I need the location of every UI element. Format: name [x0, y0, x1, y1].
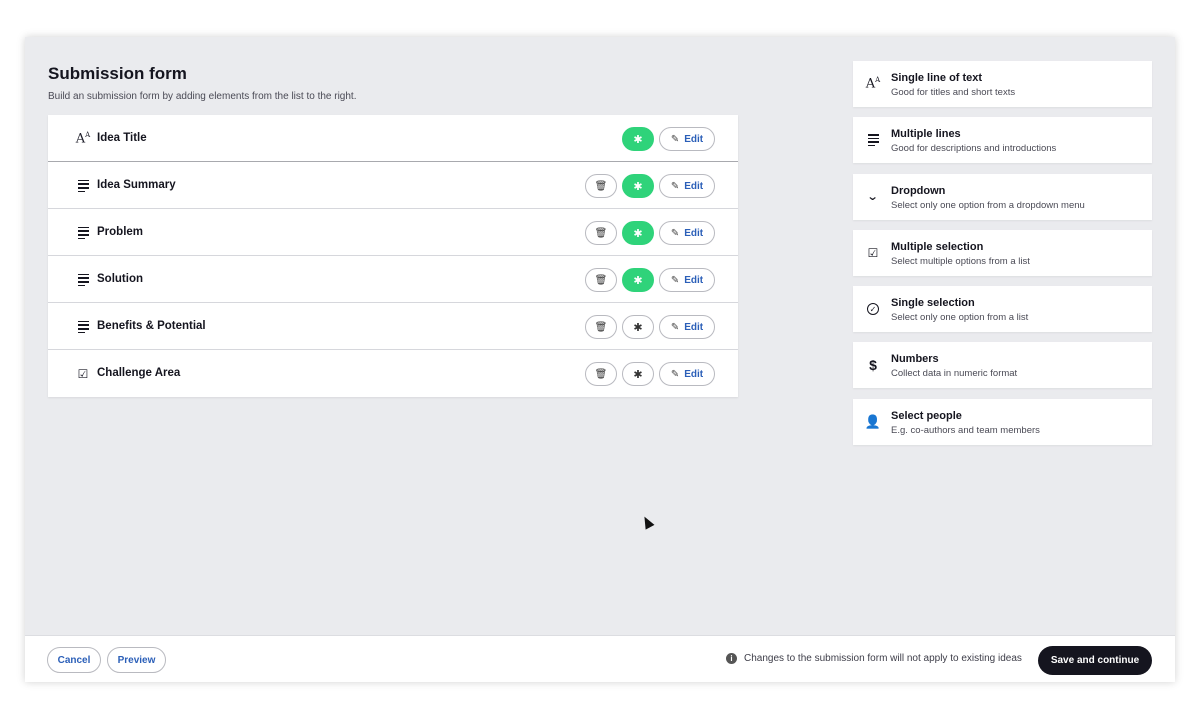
required-toggle[interactable]: ✱ [622, 174, 654, 198]
palette-item[interactable]: AA Single line of text Good for titles and… [853, 61, 1152, 107]
lines-icon [75, 319, 91, 335]
palette-item[interactable]: 👤 Select people E.g. co-authors and team m… [853, 398, 1152, 445]
palette-item[interactable]: $ Numbers Collect data in numeric format [853, 342, 1152, 389]
preview-button[interactable]: Preview [107, 647, 166, 673]
notice: i Changes to the submission form will no… [726, 653, 1022, 664]
checkbox-icon: ☑ [867, 245, 879, 260]
element-palette: AA Single line of text Good for titles and… [853, 61, 1152, 455]
required-toggle[interactable]: ✱ [622, 362, 654, 386]
form-field-row[interactable]: Problem 🗑 ✱ ✎ Edit [48, 209, 738, 256]
palette-item-description: Select only one option from a dropdown m… [891, 199, 1085, 211]
field-label: Idea Summary [97, 179, 176, 191]
palette-item-title: Numbers [891, 353, 939, 366]
lines-icon [865, 131, 881, 149]
pencil-icon: ✎ [670, 274, 680, 286]
required-toggle[interactable]: ✱ [622, 315, 654, 339]
pencil-icon: ✎ [670, 368, 680, 380]
trash-icon: 🗑 [594, 321, 608, 333]
footer-bar: Cancel Preview i Changes to the submissi… [25, 635, 1175, 682]
edit-button[interactable]: ✎ Edit [659, 362, 715, 386]
palette-item-description: Collect data in numeric format [891, 368, 1018, 380]
notice-text: Changes to the submission form will not … [744, 653, 1022, 664]
dollar-icon: $ [869, 357, 877, 374]
form-field-row[interactable]: Solution 🗑 ✱ ✎ Edit [48, 256, 738, 303]
edit-button[interactable]: ✎ Edit [659, 315, 715, 339]
required-toggle[interactable]: ✱ [622, 127, 654, 151]
field-label: Idea Title [97, 132, 147, 144]
trash-icon: 🗑 [594, 227, 608, 239]
cancel-button[interactable]: Cancel [47, 647, 101, 673]
asterisk-icon: ✱ [633, 368, 643, 381]
palette-item[interactable]: ✓ Single selection Select only one option … [853, 286, 1152, 333]
palette-item[interactable]: ☑ Multiple selection Select multiple optio… [853, 229, 1152, 276]
asterisk-icon: ✱ [633, 274, 643, 287]
asterisk-icon: ✱ [633, 227, 643, 240]
delete-button[interactable]: 🗑 [585, 174, 617, 198]
edit-label: Edit [684, 274, 704, 286]
asterisk-icon: ✱ [633, 133, 643, 146]
palette-item-title: Multiple lines [891, 128, 961, 141]
palette-item-title: Select people [891, 409, 962, 422]
delete-button[interactable]: 🗑 [585, 221, 617, 245]
pencil-icon: ✎ [670, 133, 680, 145]
edit-button[interactable]: ✎ Edit [659, 268, 715, 292]
asterisk-icon: ✱ [633, 180, 643, 193]
field-label: Challenge Area [97, 367, 181, 379]
lines-icon [75, 178, 91, 194]
delete-button[interactable]: 🗑 [585, 362, 617, 386]
text-size-icon: AA [865, 76, 881, 92]
delete-button[interactable]: 🗑 [585, 268, 617, 292]
palette-item[interactable]: ⌄ Dropdown Select only one option from a d… [853, 173, 1152, 220]
edit-button[interactable]: ✎ Edit [659, 127, 715, 151]
palette-item-description: E.g. co-authors and team members [891, 424, 1040, 436]
save-and-continue-button[interactable]: Save and continue [1038, 646, 1152, 675]
edit-button[interactable]: ✎ Edit [659, 221, 715, 245]
palette-item-title: Dropdown [891, 184, 946, 197]
person-icon: 👤 [864, 413, 882, 429]
form-field-row[interactable]: ☑ Challenge Area 🗑 ✱ ✎ Edit [48, 350, 738, 397]
pencil-icon: ✎ [670, 180, 680, 192]
edit-label: Edit [684, 180, 704, 192]
text-size-icon: AA [75, 131, 91, 147]
palette-item-title: Single selection [891, 297, 975, 310]
pencil-icon: ✎ [670, 227, 680, 239]
palette-item-title: Multiple selection [891, 240, 984, 253]
field-label: Solution [97, 273, 143, 285]
delete-button[interactable]: 🗑 [585, 315, 617, 339]
radio-check-icon: ✓ [865, 300, 881, 318]
form-field-list: AA Idea Title ✱ ✎ Edit Idea Summary 🗑 ✱ ✎ Edit Pro… [48, 115, 738, 397]
edit-label: Edit [684, 368, 704, 380]
edit-label: Edit [684, 227, 704, 239]
trash-icon: 🗑 [594, 368, 608, 380]
palette-item-title: Single line of text [891, 72, 983, 84]
pencil-icon: ✎ [670, 321, 680, 333]
edit-label: Edit [684, 321, 704, 333]
palette-item-description: Select multiple options from a list [891, 255, 1030, 267]
palette-item-description: Good for titles and short texts [891, 87, 1016, 98]
asterisk-icon: ✱ [633, 321, 643, 334]
edit-label: Edit [684, 133, 704, 145]
field-label: Problem [97, 226, 144, 238]
trash-icon: 🗑 [594, 274, 608, 286]
required-toggle[interactable]: ✱ [622, 221, 654, 245]
form-field-row[interactable]: AA Idea Title ✱ ✎ Edit [48, 115, 738, 162]
palette-item[interactable]: Multiple lines Good for descriptions and … [853, 117, 1152, 164]
form-field-row[interactable]: Idea Summary 🗑 ✱ ✎ Edit [48, 162, 738, 209]
required-toggle[interactable]: ✱ [622, 268, 654, 292]
lines-icon [75, 225, 91, 241]
info-icon: i [726, 653, 737, 664]
field-label: Benefits & Potential [97, 320, 206, 332]
palette-item-description: Select only one option from a list [891, 312, 1029, 324]
lines-icon [75, 272, 91, 288]
page-title: Submission form [48, 64, 187, 83]
palette-item-description: Good for descriptions and introductions [891, 143, 1057, 155]
form-builder-window: Submission form Build an submission form… [25, 37, 1175, 682]
chevron-down-icon: ⌄ [867, 191, 879, 204]
checkbox-icon: ☑ [77, 367, 89, 381]
edit-button[interactable]: ✎ Edit [659, 174, 715, 198]
trash-icon: 🗑 [594, 180, 608, 192]
form-field-row[interactable]: Benefits & Potential 🗑 ✱ ✎ Edit [48, 303, 738, 350]
page-subtitle: Build an submission form by adding eleme… [48, 91, 357, 102]
